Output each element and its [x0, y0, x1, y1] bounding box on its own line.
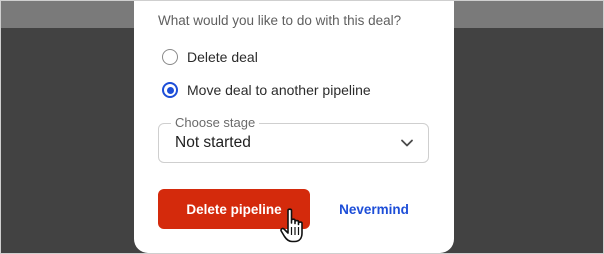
option-delete-deal[interactable]: Delete deal [162, 46, 258, 68]
option-delete-deal-label: Delete deal [187, 49, 258, 65]
choose-stage-label: Choose stage [171, 115, 260, 130]
option-move-deal[interactable]: Move deal to another pipeline [162, 79, 371, 101]
chevron-down-icon [401, 139, 413, 147]
choose-stage-select[interactable]: Choose stage Not started [158, 115, 429, 163]
modal-question: What would you like to do with this deal… [158, 13, 402, 28]
radio-delete-deal[interactable] [162, 49, 178, 65]
hand-pointer-icon [280, 208, 303, 243]
screenshot-frame: What would you like to do with this deal… [0, 0, 604, 254]
option-move-deal-label: Move deal to another pipeline [187, 82, 371, 98]
radio-move-deal[interactable] [162, 82, 178, 98]
nevermind-button[interactable]: Nevermind [330, 189, 418, 229]
choose-stage-value: Not started [175, 134, 251, 151]
